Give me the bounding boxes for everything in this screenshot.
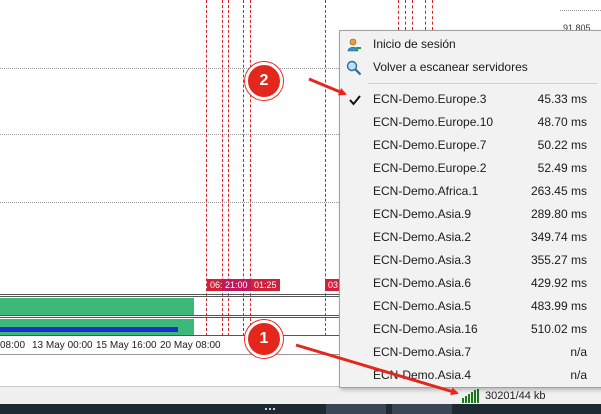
annotation-badge-2: 2 bbox=[245, 62, 283, 100]
arrow-to-server bbox=[308, 77, 347, 96]
annotation-badge-1: 1 bbox=[245, 320, 283, 358]
arrow-to-status bbox=[295, 343, 459, 396]
annotation-arrows bbox=[295, 77, 459, 396]
